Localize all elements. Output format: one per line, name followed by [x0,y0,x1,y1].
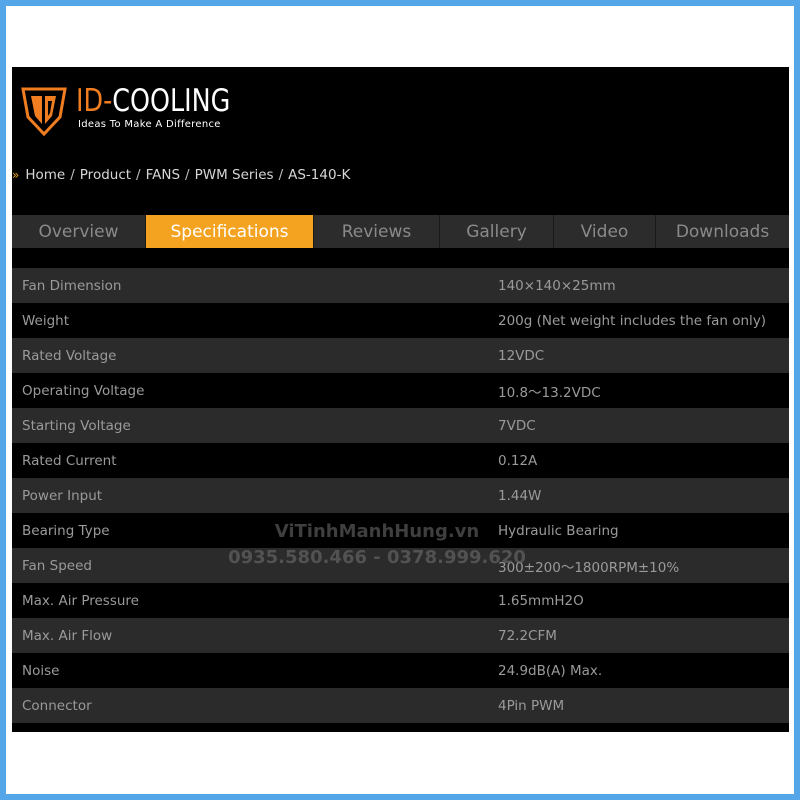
tab-video[interactable]: Video [554,215,656,248]
breadcrumb: » Home / Product / FANS / PWM Series / A… [12,165,350,185]
spec-label: Max. Air Flow [22,627,113,644]
breadcrumb-current-product: AS-140-K [288,167,351,183]
tab-downloads[interactable]: Downloads [656,215,789,248]
spec-value: 300±200～1800RPM±10% [498,559,680,576]
tab-gallery[interactable]: Gallery [440,215,554,248]
product-panel: ID-COOLING Ideas To Make A Difference » … [12,67,789,732]
spec-label: Weight [22,312,70,329]
spec-value: 10.8～13.2VDC [498,384,601,401]
spec-row-power-input: Power Input 1.44W [12,478,789,513]
spec-row-bearing-type: Bearing Type Hydraulic Bearing [12,513,789,548]
brand-tagline: Ideas To Make A Difference [78,119,221,130]
breadcrumb-separator: / [70,167,75,183]
spec-label: Fan Speed [22,557,92,574]
breadcrumb-separator: / [136,167,141,183]
spec-label: Noise [22,662,60,679]
spec-label: Operating Voltage [22,382,145,399]
tab-specifications[interactable]: Specifications [146,215,314,248]
spec-label: Bearing Type [22,522,110,539]
spec-table: Fan Dimension 140×140×25mm Weight 200g (… [12,268,789,723]
breadcrumb-home[interactable]: Home [25,167,65,183]
spec-value: 200g (Net weight includes the fan only) [498,312,767,329]
spec-row-fan-dimension: Fan Dimension 140×140×25mm [12,268,789,303]
spec-row-max-air-pressure: Max. Air Pressure 1.65mmH2O [12,583,789,618]
shield-logo-icon [21,87,67,137]
spec-row-weight: Weight 200g (Net weight includes the fan… [12,303,789,338]
breadcrumb-pwm-series[interactable]: PWM Series [195,167,274,183]
brand-name-part1: ID- [76,83,113,119]
spec-label: Starting Voltage [22,417,131,434]
spec-label: Rated Voltage [22,347,117,364]
tab-overview[interactable]: Overview [12,215,146,248]
spec-row-operating-voltage: Operating Voltage 10.8～13.2VDC [12,373,789,408]
spec-row-rated-voltage: Rated Voltage 12VDC [12,338,789,373]
spec-value: 12VDC [498,347,545,364]
spec-label: Fan Dimension [22,277,122,294]
brand-logo[interactable]: ID-COOLING Ideas To Make A Difference [20,83,260,139]
spec-row-connector: Connector 4Pin PWM [12,688,789,723]
breadcrumb-marker-icon: » [12,168,20,182]
spec-value: 0.12A [498,452,538,469]
brand-name-part2: COOLING [112,83,231,119]
breadcrumb-fans[interactable]: FANS [146,167,180,183]
spec-value: Hydraulic Bearing [498,522,619,539]
breadcrumb-separator: / [278,167,284,183]
product-tabs: Overview Specifications Reviews Gallery … [12,215,789,248]
spec-value: 1.44W [498,487,542,504]
spec-value: 1.65mmH2O [498,592,584,609]
spec-label: Max. Air Pressure [22,592,139,609]
spec-value: 24.9dB(A) Max. [498,662,603,679]
spec-label: Connector [22,697,92,714]
spec-row-noise: Noise 24.9dB(A) Max. [12,653,789,688]
tab-reviews[interactable]: Reviews [314,215,440,248]
breadcrumb-separator: / [185,167,190,183]
breadcrumb-product[interactable]: Product [80,167,131,183]
brand-name: ID-COOLING [76,83,230,119]
spec-row-starting-voltage: Starting Voltage 7VDC [12,408,789,443]
spec-row-rated-current: Rated Current 0.12A [12,443,789,478]
spec-label: Rated Current [22,452,117,469]
spec-value: 72.2CFM [498,627,557,644]
spec-label: Power Input [22,487,103,504]
spec-value: 4Pin PWM [498,697,565,714]
spec-value: 7VDC [498,417,536,434]
spec-row-fan-speed: Fan Speed 300±200～1800RPM±10% [12,548,789,583]
spec-value: 140×140×25mm [498,277,616,294]
spec-row-max-air-flow: Max. Air Flow 72.2CFM [12,618,789,653]
